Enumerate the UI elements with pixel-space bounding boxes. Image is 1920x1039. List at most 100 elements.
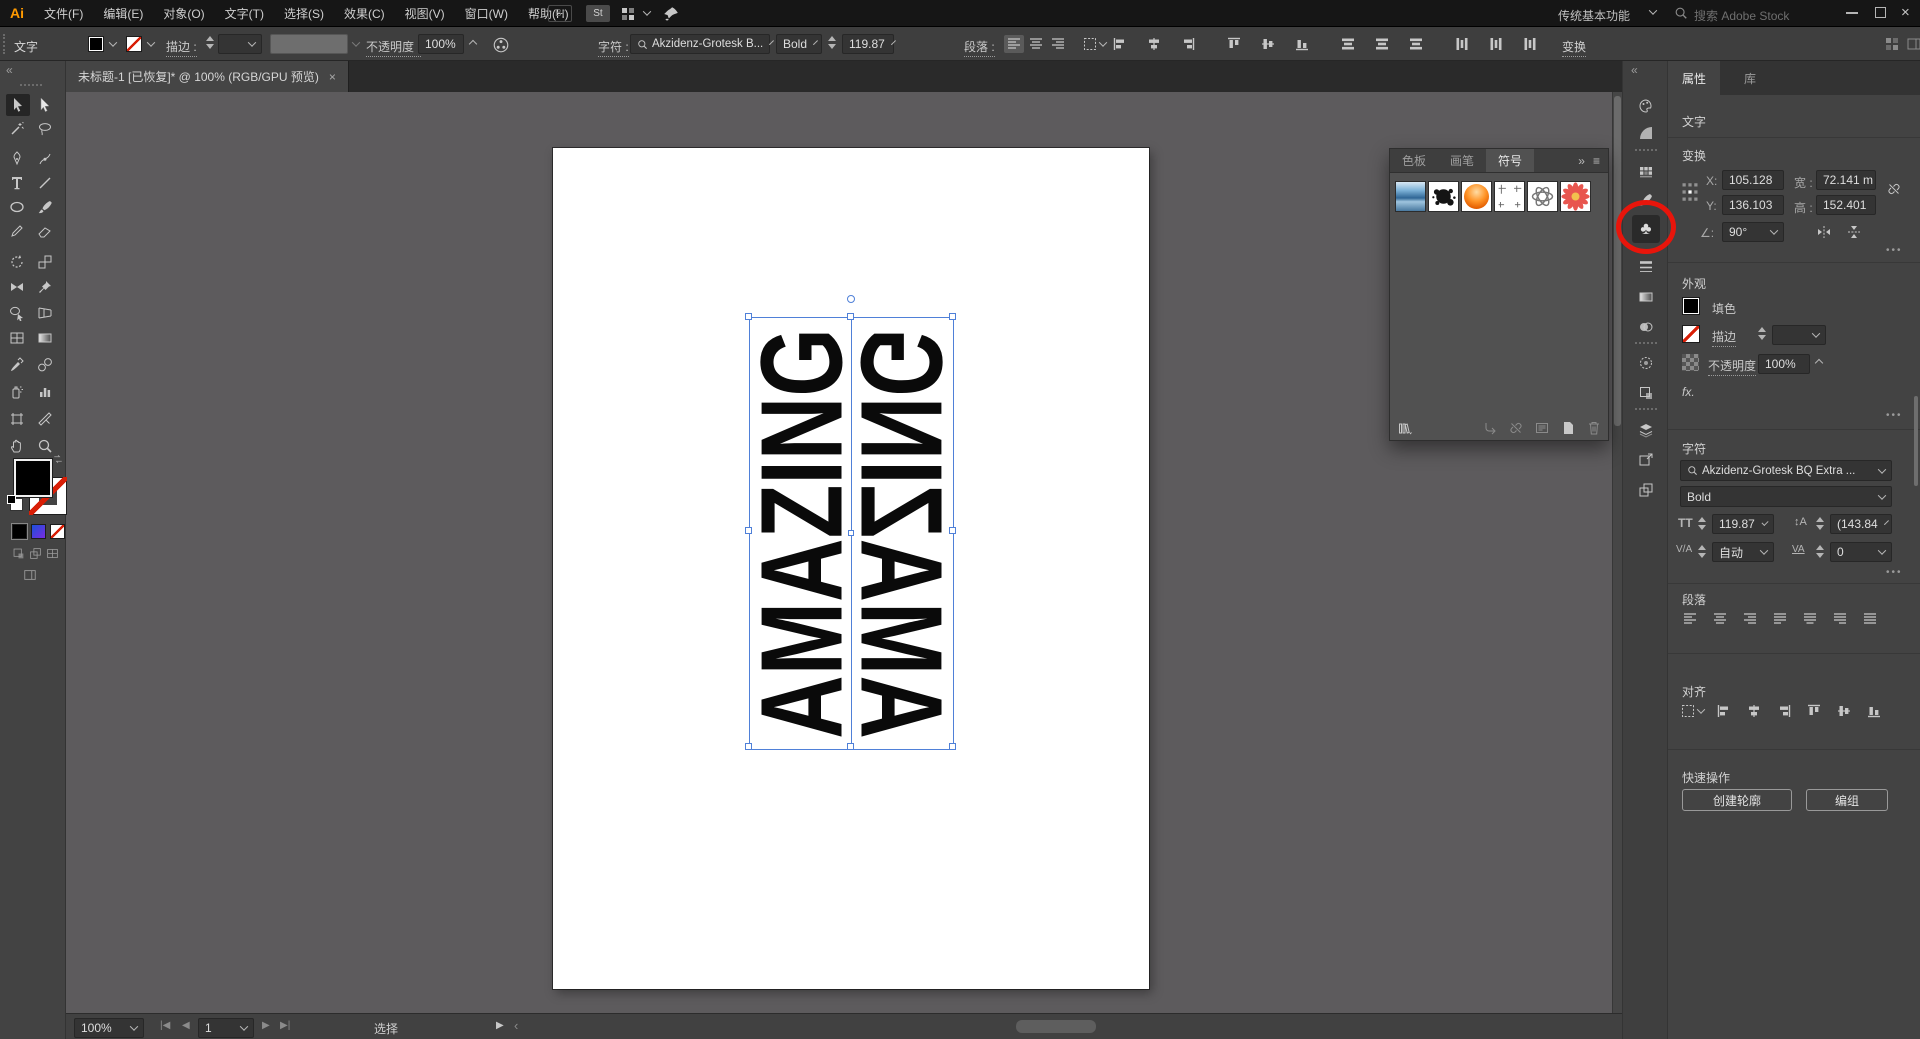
kerning-stepper[interactable]	[1698, 545, 1706, 558]
opacity-checker-icon[interactable]	[1682, 354, 1699, 371]
default-swatches-icon[interactable]	[10, 498, 23, 511]
fill-color-swatch[interactable]	[88, 36, 104, 52]
restore-button[interactable]	[1875, 7, 1886, 18]
panel-scrollbar-thumb[interactable]	[1914, 396, 1918, 486]
stroke-color-swatch[interactable]	[126, 36, 142, 52]
draw-behind-icon[interactable]	[29, 547, 42, 560]
para-justify-center-button[interactable]	[1802, 611, 1818, 627]
menu-select[interactable]: 选择(S)	[274, 5, 334, 22]
menu-object[interactable]: 对象(O)	[153, 5, 214, 22]
reference-point-locator[interactable]	[1680, 173, 1700, 211]
align-horizontal-center-button[interactable]	[1146, 36, 1162, 52]
distribute-vertical-center-button[interactable]	[1374, 36, 1390, 52]
control-bar-grip[interactable]	[3, 34, 7, 54]
stroke-chevron-icon[interactable]	[147, 38, 155, 46]
place-symbol-icon[interactable]	[1482, 420, 1498, 436]
stroke-weight-stepper[interactable]	[1758, 327, 1766, 340]
tab-libraries[interactable]: 库	[1730, 61, 1770, 95]
control-grid-icon[interactable]	[1884, 36, 1900, 52]
stock-search-label[interactable]: 搜索 Adobe Stock	[1694, 7, 1789, 24]
character-label[interactable]: 字符 :	[598, 38, 629, 57]
opacity-input[interactable]: 100%	[418, 34, 464, 54]
y-input[interactable]: 136.103	[1722, 195, 1784, 215]
align-vertical-top-button[interactable]	[1226, 36, 1242, 52]
horizontal-scroll-thumb[interactable]	[1016, 1020, 1096, 1033]
align-to-selection-icon[interactable]	[1082, 36, 1098, 52]
tab-brushes[interactable]: 画笔	[1438, 149, 1486, 172]
selection-handle[interactable]	[949, 313, 956, 320]
bridge-button[interactable]: Br	[548, 5, 572, 22]
flip-horizontal-icon[interactable]	[1816, 224, 1832, 240]
align-horizontal-right-button[interactable]	[1776, 703, 1792, 719]
align-to-chevron-icon[interactable]	[1099, 38, 1107, 46]
tab-properties[interactable]: 属性	[1668, 61, 1720, 95]
selection-handle[interactable]	[949, 743, 956, 750]
opacity-expand-icon[interactable]	[469, 40, 477, 48]
distribute-vertical-top-button[interactable]	[1340, 36, 1356, 52]
align-horizontal-center-button[interactable]	[1746, 703, 1762, 719]
align-vertical-top-button[interactable]	[1806, 703, 1822, 719]
status-expand-icon[interactable]: ▶	[496, 1020, 504, 1031]
distribute-horizontal-right-button[interactable]	[1522, 36, 1538, 52]
font-size-stepper[interactable]	[828, 36, 836, 49]
fill-chevron-icon[interactable]	[109, 38, 117, 46]
para-align-right-button[interactable]	[1742, 611, 1758, 627]
distribute-horizontal-left-button[interactable]	[1454, 36, 1470, 52]
menu-effect[interactable]: 效果(C)	[334, 5, 395, 22]
break-link-icon[interactable]	[1508, 420, 1524, 436]
align-right-paragraph-button[interactable]	[1050, 36, 1066, 52]
create-outlines-button[interactable]: 创建轮廓	[1682, 789, 1792, 811]
tracking-stepper[interactable]	[1816, 545, 1824, 558]
align-horizontal-left-button[interactable]	[1716, 703, 1732, 719]
align-to-chevron-icon[interactable]	[1697, 705, 1705, 713]
para-align-left-button[interactable]	[1682, 611, 1698, 627]
tab-symbols[interactable]: 符号	[1486, 149, 1534, 172]
link-dimensions-icon[interactable]	[1886, 181, 1902, 197]
rotation-select[interactable]: 90°	[1722, 222, 1784, 242]
align-vertical-bottom-button[interactable]	[1294, 36, 1310, 52]
flip-vertical-icon[interactable]	[1846, 224, 1862, 240]
transform-more-options[interactable]: •••	[1886, 245, 1903, 256]
transform-link[interactable]: 变换	[1562, 38, 1586, 57]
font-style-select[interactable]: Bold	[776, 34, 822, 54]
recolor-artwork-icon[interactable]	[492, 36, 510, 54]
delete-symbol-icon[interactable]	[1586, 420, 1602, 436]
align-vertical-center-button[interactable]	[1836, 703, 1852, 719]
tab-swatches[interactable]: 色板	[1390, 149, 1438, 172]
symbol-registration-marks[interactable]	[1494, 181, 1525, 212]
new-symbol-icon[interactable]	[1560, 420, 1576, 436]
distribute-horizontal-center-button[interactable]	[1488, 36, 1504, 52]
appearance-more-options[interactable]: •••	[1886, 410, 1903, 421]
align-center-paragraph-button[interactable]	[1028, 36, 1044, 52]
menu-file[interactable]: 文件(F)	[34, 5, 93, 22]
screen-mode-icon[interactable]	[22, 568, 38, 582]
kerning-select[interactable]: 自动	[1712, 542, 1774, 562]
leading-select[interactable]: (143.84	[1830, 514, 1892, 534]
panel-menu-icon[interactable]: ≡	[1589, 149, 1608, 172]
color-mode-button[interactable]	[12, 524, 27, 539]
swap-fill-stroke-icon[interactable]	[52, 453, 64, 465]
last-artboard-icon[interactable]: ▶|	[280, 1020, 290, 1031]
stroke-weight-stepper[interactable]	[206, 36, 214, 49]
symbol-ink-splat[interactable]	[1428, 181, 1459, 212]
tab-close-icon[interactable]: ×	[329, 70, 336, 84]
tracking-select[interactable]: 0	[1830, 542, 1892, 562]
font-family-select[interactable]: Akzidenz-Grotesk BQ Extra ...	[1680, 460, 1892, 481]
align-horizontal-left-button[interactable]	[1112, 36, 1128, 52]
zoom-level-select[interactable]: 100%	[74, 1018, 144, 1038]
align-left-paragraph-button[interactable]	[1004, 35, 1024, 53]
panel-control-icon[interactable]	[1906, 36, 1920, 52]
menu-view[interactable]: 视图(V)	[395, 5, 455, 22]
font-size-input[interactable]: 119.87	[842, 34, 894, 54]
selection-handle[interactable]	[847, 743, 854, 750]
stroke-weight-label[interactable]: 描边 :	[166, 38, 197, 57]
align-vertical-bottom-button[interactable]	[1866, 703, 1882, 719]
brush-chevron-icon[interactable]	[352, 38, 360, 46]
stock-button[interactable]: St	[586, 5, 610, 22]
symbol-libraries-icon[interactable]	[1396, 420, 1414, 436]
symbol-ocean[interactable]	[1395, 181, 1426, 212]
leading-stepper[interactable]	[1816, 517, 1824, 530]
paragraph-label[interactable]: 段落 :	[964, 38, 995, 57]
first-artboard-icon[interactable]: |◀	[160, 1020, 170, 1031]
status-back-icon[interactable]: ‹	[514, 1018, 518, 1033]
